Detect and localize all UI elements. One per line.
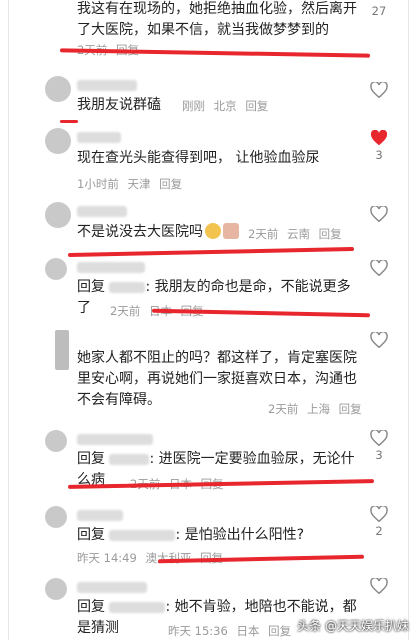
like-count: 3	[375, 448, 383, 462]
like-control[interactable]	[366, 260, 392, 276]
comment-meta: 1小时前 天津 回复	[77, 176, 187, 192]
comment-location: 日本	[236, 624, 260, 638]
like-control[interactable]	[366, 82, 392, 98]
avatar[interactable]	[45, 202, 71, 228]
comment-time: 刚刚	[182, 99, 205, 113]
heart-outline-icon[interactable]	[370, 332, 388, 348]
heart-filled-icon[interactable]	[370, 130, 388, 146]
avatar[interactable]	[55, 330, 69, 370]
heart-outline-icon[interactable]	[370, 430, 388, 446]
like-control[interactable]: 2	[366, 506, 392, 538]
like-count: 3	[375, 148, 383, 162]
heart-outline-icon[interactable]	[370, 82, 388, 98]
like-count: 27	[371, 4, 387, 18]
comment-location: 云南	[286, 227, 310, 241]
comment-time: 昨天 14:49	[77, 551, 137, 565]
avatar[interactable]	[45, 128, 71, 154]
reply-link[interactable]: 回复	[159, 177, 182, 191]
comment-location: 天津	[127, 177, 151, 191]
like-control[interactable]	[366, 578, 392, 594]
like-count: 2	[375, 524, 383, 538]
comment-text: 我这有在现场的，她拒绝抽血化验，然后离开了大医院，如果不信，就当我做梦梦到的	[77, 1, 357, 38]
comment-meta: 刚刚 北京 回复	[182, 98, 273, 114]
reply-link[interactable]: 回复	[268, 624, 291, 638]
comment-text: 现在查光头能查得到吧， 让他验血验尿	[77, 150, 320, 166]
username[interactable]	[77, 432, 153, 446]
avatar[interactable]	[45, 76, 71, 102]
avatar[interactable]	[45, 506, 67, 528]
comment-time: 2天前	[110, 304, 141, 318]
comment-meta: 2天前 云南 回复	[248, 226, 347, 242]
comment-time: 昨天 15:36	[168, 624, 228, 638]
username[interactable]	[77, 260, 145, 274]
heart-outline-icon[interactable]	[370, 260, 388, 276]
reply-link[interactable]: 回复	[319, 227, 342, 241]
like-control[interactable]: 3	[366, 130, 392, 162]
username[interactable]	[77, 204, 127, 218]
username[interactable]	[77, 78, 137, 92]
comment-meta: 昨天 15:36 日本 回复	[168, 623, 296, 639]
comment-meta: 2天前 上海 回复	[268, 401, 367, 417]
like-control[interactable]: 27	[366, 2, 392, 18]
like-control[interactable]	[366, 206, 392, 222]
comment-time: 2天前	[268, 402, 299, 416]
comment-text: 回复 : 是怕验出什么阳性?	[77, 527, 305, 543]
avatar[interactable]	[45, 258, 67, 280]
reply-link[interactable]: 回复	[339, 402, 362, 416]
watermark: 头条 @天天娱乐扒妹	[297, 619, 409, 633]
avatar[interactable]	[45, 430, 67, 452]
comment-time: 1小时前	[77, 177, 119, 191]
like-control[interactable]	[366, 332, 392, 348]
like-control[interactable]: 3	[366, 430, 392, 462]
reply-link[interactable]: 回复	[245, 99, 268, 113]
sticker-icon	[223, 223, 239, 239]
emoji-icon	[205, 223, 221, 239]
username[interactable]	[77, 130, 121, 144]
heart-outline-icon[interactable]	[370, 506, 388, 522]
comment-location: 上海	[306, 402, 330, 416]
heart-outline-icon[interactable]	[370, 578, 388, 594]
comment-time: 2天前	[248, 227, 279, 241]
username[interactable]	[77, 580, 147, 594]
comment-location: 北京	[213, 99, 237, 113]
avatar[interactable]	[45, 578, 67, 600]
highlight-underline	[60, 120, 78, 123]
username[interactable]	[77, 508, 123, 522]
heart-outline-icon[interactable]	[370, 206, 388, 222]
